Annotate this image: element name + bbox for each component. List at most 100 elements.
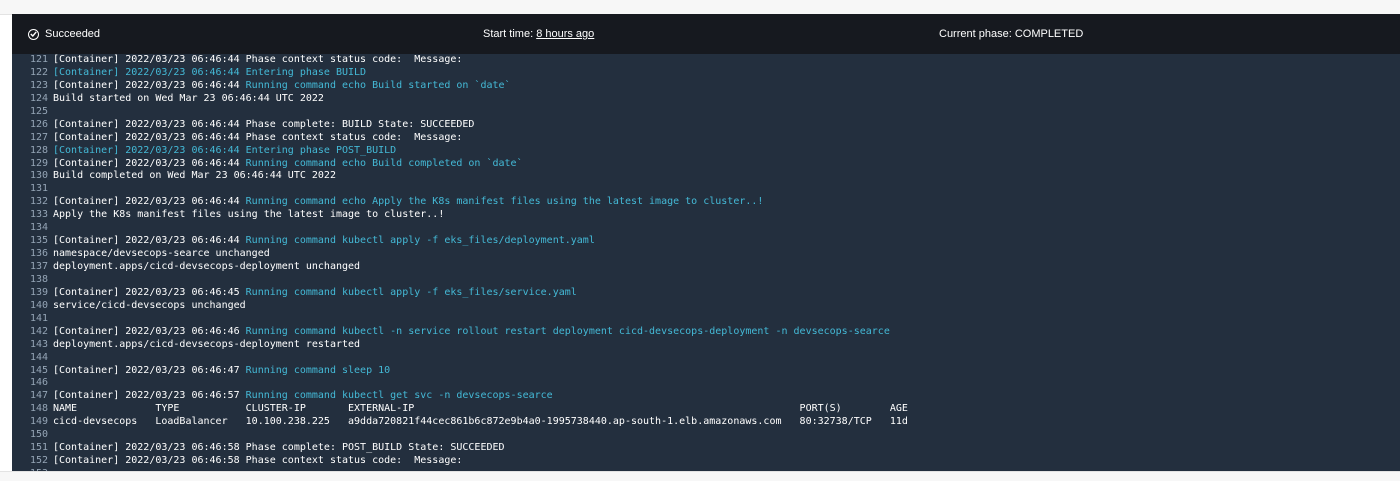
log-text: [Container] 2022/03/23 06:46:44 Entering… xyxy=(53,66,367,78)
log-text: NAME TYPE CLUSTER-IP EXTERNAL-IP PORT(S)… xyxy=(53,403,908,415)
log-text: [Container] 2022/03/23 06:46:57 xyxy=(53,390,246,402)
line-number: 152 xyxy=(29,455,48,467)
line-number: 151 xyxy=(29,442,48,454)
log-command: Running command kubectl get svc -n devse… xyxy=(245,390,553,402)
line-number: 143 xyxy=(29,338,48,350)
line-number: 142 xyxy=(29,325,48,337)
line-number: 131 xyxy=(29,183,48,195)
log-line: 143 deployment.apps/cicd-devsecops-deploy… xyxy=(12,339,1400,352)
line-number: 128 xyxy=(29,144,48,156)
line-number: 133 xyxy=(29,209,48,221)
log-line: 134 xyxy=(12,222,1400,235)
line-number: 132 xyxy=(29,196,48,208)
log-text: [Container] 2022/03/23 06:46:47 xyxy=(53,364,246,376)
log-line: 125 xyxy=(12,106,1400,119)
log-line: 150 xyxy=(12,429,1400,442)
log-line: 144 xyxy=(12,352,1400,365)
success-check-icon xyxy=(28,28,39,40)
log-text: [Container] 2022/03/23 06:46:58 Phase co… xyxy=(53,442,505,454)
line-number: 135 xyxy=(29,235,48,247)
line-number: 124 xyxy=(29,92,48,104)
log-text: Apply the K8s manifest files using the l… xyxy=(53,209,445,221)
log-line: 133 Apply the K8s manifest files using th… xyxy=(12,209,1400,222)
log-line: 127 [Container] 2022/03/23 06:46:44 Phase… xyxy=(12,132,1400,145)
log-text: [Container] 2022/03/23 06:46:58 Phase co… xyxy=(53,455,463,467)
line-number: 136 xyxy=(29,248,48,260)
log-text: service/cicd-devsecops unchanged xyxy=(53,299,246,311)
line-number: 129 xyxy=(29,157,48,169)
log-text: [Container] 2022/03/23 06:46:44 Phase co… xyxy=(53,131,463,143)
line-number: 127 xyxy=(29,131,48,143)
log-line: 149 cicd-devsecops LoadBalancer 10.100.23… xyxy=(12,416,1400,429)
log-text: [Container] 2022/03/23 06:46:44 Phase co… xyxy=(53,54,463,65)
line-number: 150 xyxy=(29,429,48,441)
line-number: 130 xyxy=(29,170,48,182)
start-time-prefix: Start time: xyxy=(483,28,534,40)
log-text: [Container] 2022/03/23 06:46:44 xyxy=(53,235,246,247)
build-status: Succeeded xyxy=(28,14,100,54)
log-text: [Container] 2022/03/23 06:46:44 xyxy=(53,196,246,208)
log-line: 142 [Container] 2022/03/23 06:46:46 Runni… xyxy=(12,326,1400,339)
log-text: deployment.apps/cicd-devsecops-deploymen… xyxy=(53,261,361,272)
line-number: 125 xyxy=(29,105,48,117)
log-text: [Container] 2022/03/23 06:46:46 xyxy=(53,325,246,337)
log-line: 131 xyxy=(12,183,1400,196)
line-number: 145 xyxy=(29,364,48,376)
line-number: 121 xyxy=(29,54,48,65)
line-number: 148 xyxy=(29,403,48,415)
log-line: 123 [Container] 2022/03/23 06:46:44 Runni… xyxy=(12,80,1400,93)
line-number: 146 xyxy=(29,377,48,389)
log-command: Running command echo Apply the K8s manif… xyxy=(245,196,764,208)
current-phase: Current phase: COMPLETED xyxy=(939,14,1083,54)
log-text: cicd-devsecops LoadBalancer 10.100.238.2… xyxy=(53,416,908,428)
log-text: [Container] 2022/03/23 06:46:44 Phase co… xyxy=(53,118,475,130)
log-text: [Container] 2022/03/23 06:46:45 xyxy=(53,286,246,298)
line-number: 137 xyxy=(29,261,48,272)
line-number: 122 xyxy=(29,66,48,78)
line-number: 144 xyxy=(29,351,48,363)
line-number: 123 xyxy=(29,79,48,91)
log-text: [Container] 2022/03/23 06:46:44 xyxy=(53,157,246,169)
build-status-bar: Succeeded Start time: 8 hours ago Curren… xyxy=(12,14,1400,54)
log-line: 137 deployment.apps/cicd-devsecops-deploy… xyxy=(12,261,1400,274)
log-line: 135 [Container] 2022/03/23 06:46:44 Runni… xyxy=(12,235,1400,248)
log-text: Build completed on Wed Mar 23 06:46:44 U… xyxy=(53,170,336,182)
log-line: 146 xyxy=(12,377,1400,390)
log-line: 151 [Container] 2022/03/23 06:46:58 Phase… xyxy=(12,442,1400,455)
log-line: 128 [Container] 2022/03/23 06:46:44 Enter… xyxy=(12,145,1400,158)
log-command: Running command kubectl -n service rollo… xyxy=(245,325,890,337)
log-text: deployment.apps/cicd-devsecops-deploymen… xyxy=(53,338,361,350)
line-number: 149 xyxy=(29,416,48,428)
start-time: Start time: 8 hours ago xyxy=(483,14,594,54)
line-number: 140 xyxy=(29,299,48,311)
top-page-strip xyxy=(0,0,1400,15)
log-text: Build started on Wed Mar 23 06:46:44 UTC… xyxy=(53,92,324,104)
log-line: 124 Build started on Wed Mar 23 06:46:44 … xyxy=(12,93,1400,106)
line-number: 138 xyxy=(29,273,48,285)
log-line: 140 service/cicd-devsecops unchanged xyxy=(12,300,1400,313)
build-status-label: Succeeded xyxy=(45,28,101,40)
log-line: 152 [Container] 2022/03/23 06:46:58 Phase… xyxy=(12,455,1400,468)
line-number: 147 xyxy=(29,390,48,402)
log-line: 136 namespace/devsecops-searce unchanged xyxy=(12,248,1400,261)
log-line: 145 [Container] 2022/03/23 06:46:47 Runni… xyxy=(12,365,1400,378)
line-number: 126 xyxy=(29,118,48,130)
line-number: 134 xyxy=(29,222,48,234)
log-command: Running command echo Build started on `d… xyxy=(245,79,511,91)
log-line: 122 [Container] 2022/03/23 06:46:44 Enter… xyxy=(12,67,1400,80)
log-line: 148 NAME TYPE CLUSTER-IP EXTERNAL-IP PORT… xyxy=(12,403,1400,416)
start-time-link[interactable]: 8 hours ago xyxy=(536,28,594,40)
log-line: 130 Build completed on Wed Mar 23 06:46:4… xyxy=(12,170,1400,183)
line-number: 141 xyxy=(29,312,48,324)
log-command: Running command sleep 10 xyxy=(245,364,391,376)
build-log-panel[interactable]: 121 [Container] 2022/03/23 06:46:44 Phase… xyxy=(12,54,1400,471)
log-text: [Container] 2022/03/23 06:46:44 Entering… xyxy=(53,144,397,156)
current-phase-label: Current phase: COMPLETED xyxy=(939,28,1084,40)
log-line: 139 [Container] 2022/03/23 06:46:45 Runni… xyxy=(12,287,1400,300)
line-number: 139 xyxy=(29,286,48,298)
log-line: 138 xyxy=(12,274,1400,287)
log-command: Running command kubectl apply -f eks_fil… xyxy=(245,286,577,298)
log-text: namespace/devsecops-searce unchanged xyxy=(53,248,270,260)
log-command: Running command kubectl apply -f eks_fil… xyxy=(245,235,595,247)
log-text: [Container] 2022/03/23 06:46:44 xyxy=(53,79,246,91)
